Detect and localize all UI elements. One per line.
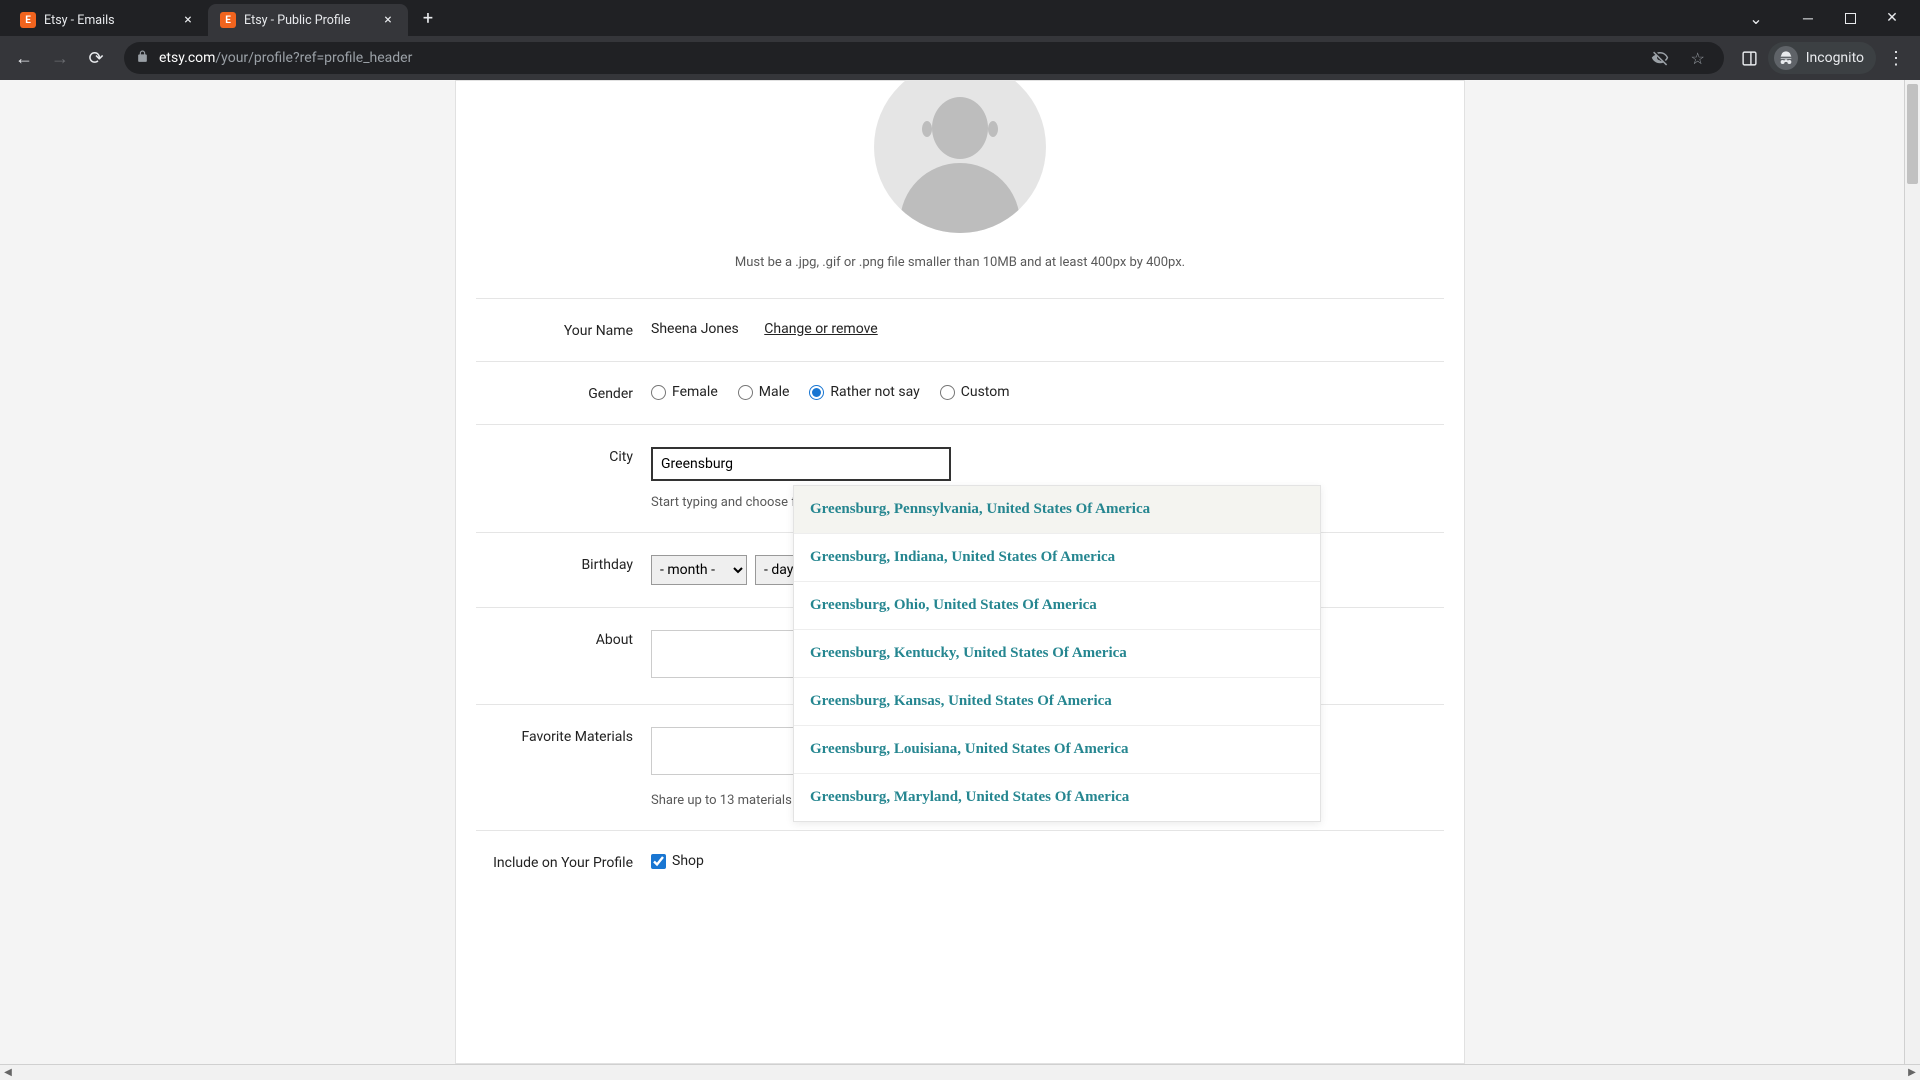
gender-radio-custom[interactable] — [940, 385, 955, 400]
etsy-favicon: E — [220, 12, 236, 28]
incognito-icon — [1774, 46, 1798, 70]
form-row-gender: Gender Female Male Rather not say — [476, 361, 1444, 424]
tab-title: Etsy - Public Profile — [244, 13, 372, 28]
reload-button[interactable]: ⟳ — [80, 42, 112, 74]
profile-form-container: Must be a .jpg, .gif or .png file smalle… — [455, 80, 1465, 1064]
incognito-label: Incognito — [1806, 50, 1864, 66]
kebab-menu-icon[interactable]: ⋮ — [1880, 42, 1912, 74]
browser-chrome: E Etsy - Emails × E Etsy - Public Profil… — [0, 0, 1920, 80]
close-icon[interactable]: × — [180, 12, 196, 28]
address-bar-row: ← → ⟳ etsy.com/your/profile?ref=profile_… — [0, 36, 1920, 80]
change-name-link[interactable]: Change or remove — [764, 321, 877, 337]
birthday-label: Birthday — [476, 555, 651, 573]
gender-label-rather-not-say[interactable]: Rather not say — [830, 384, 919, 400]
panel-icon[interactable] — [1736, 44, 1764, 72]
autocomplete-item[interactable]: Greensburg, Kansas, United States Of Ame… — [794, 678, 1320, 726]
autocomplete-item[interactable]: Greensburg, Indiana, United States Of Am… — [794, 534, 1320, 582]
maximize-button[interactable] — [1830, 2, 1870, 34]
form-row-city: City Start typing and choose from Greens… — [476, 424, 1444, 532]
page-viewport: Must be a .jpg, .gif or .png file smalle… — [0, 80, 1920, 1064]
materials-label: Favorite Materials — [476, 727, 651, 745]
eye-off-icon[interactable] — [1646, 44, 1674, 72]
gender-radio-female[interactable] — [651, 385, 666, 400]
include-shop-label[interactable]: Shop — [672, 853, 704, 869]
gender-radio-group: Female Male Rather not say Custom — [651, 384, 1444, 400]
include-label: Include on Your Profile — [476, 853, 651, 871]
about-label: About — [476, 630, 651, 648]
chevron-down-icon[interactable]: ⌄ — [1736, 2, 1776, 34]
tab-title: Etsy - Emails — [44, 13, 172, 28]
name-value: Sheena Jones — [651, 321, 739, 337]
gender-label: Gender — [476, 384, 651, 402]
close-icon[interactable]: × — [380, 12, 396, 28]
scroll-left-icon[interactable]: ◀ — [0, 1065, 16, 1080]
new-tab-button[interactable]: + — [414, 4, 442, 32]
autocomplete-item[interactable]: Greensburg, Ohio, United States Of Ameri… — [794, 582, 1320, 630]
form-row-include: Include on Your Profile Shop — [476, 830, 1444, 871]
autocomplete-item[interactable]: Greensburg, Kentucky, United States Of A… — [794, 630, 1320, 678]
star-icon[interactable]: ☆ — [1684, 44, 1712, 72]
etsy-favicon: E — [20, 12, 36, 28]
include-shop-checkbox[interactable] — [651, 854, 666, 869]
address-bar[interactable]: etsy.com/your/profile?ref=profile_header… — [124, 42, 1724, 74]
gender-label-male[interactable]: Male — [759, 384, 790, 400]
gender-label-custom[interactable]: Custom — [961, 384, 1010, 400]
avatar-section: Must be a .jpg, .gif or .png file smalle… — [476, 80, 1444, 270]
scrollbar-thumb[interactable] — [1907, 84, 1918, 184]
back-button[interactable]: ← — [8, 42, 40, 74]
lock-icon — [136, 50, 149, 67]
autocomplete-item[interactable]: Greensburg, Louisiana, United States Of … — [794, 726, 1320, 774]
city-label: City — [476, 447, 651, 465]
horizontal-scrollbar[interactable]: ◀ ▶ — [0, 1064, 1920, 1080]
avatar-placeholder[interactable] — [874, 80, 1046, 233]
vertical-scrollbar[interactable] — [1904, 80, 1920, 1064]
avatar-hint: Must be a .jpg, .gif or .png file smalle… — [476, 255, 1444, 270]
incognito-badge[interactable]: Incognito — [1768, 42, 1876, 74]
url-text: etsy.com/your/profile?ref=profile_header — [159, 50, 1636, 66]
gender-radio-rather-not-say[interactable] — [809, 385, 824, 400]
gender-label-female[interactable]: Female — [672, 384, 718, 400]
form-row-name: Your Name Sheena Jones Change or remove — [476, 298, 1444, 361]
gender-radio-male[interactable] — [738, 385, 753, 400]
forward-button[interactable]: → — [44, 42, 76, 74]
autocomplete-item[interactable]: Greensburg, Pennsylvania, United States … — [794, 486, 1320, 534]
browser-tab-active[interactable]: E Etsy - Public Profile × — [208, 4, 408, 36]
browser-tab-inactive[interactable]: E Etsy - Emails × — [8, 4, 208, 36]
scroll-right-icon[interactable]: ▶ — [1904, 1065, 1920, 1080]
minimize-button[interactable]: ─ — [1788, 2, 1828, 34]
name-label: Your Name — [476, 321, 651, 339]
tab-bar: E Etsy - Emails × E Etsy - Public Profil… — [0, 0, 1920, 36]
autocomplete-item[interactable]: Greensburg, Maryland, United States Of A… — [794, 774, 1320, 821]
city-input[interactable] — [651, 447, 951, 481]
window-controls: ⌄ ─ ✕ — [1736, 2, 1920, 34]
city-autocomplete-dropdown: Greensburg, Pennsylvania, United States … — [793, 485, 1321, 822]
close-window-button[interactable]: ✕ — [1872, 2, 1912, 34]
birthday-month-select[interactable]: - month - — [651, 555, 747, 585]
